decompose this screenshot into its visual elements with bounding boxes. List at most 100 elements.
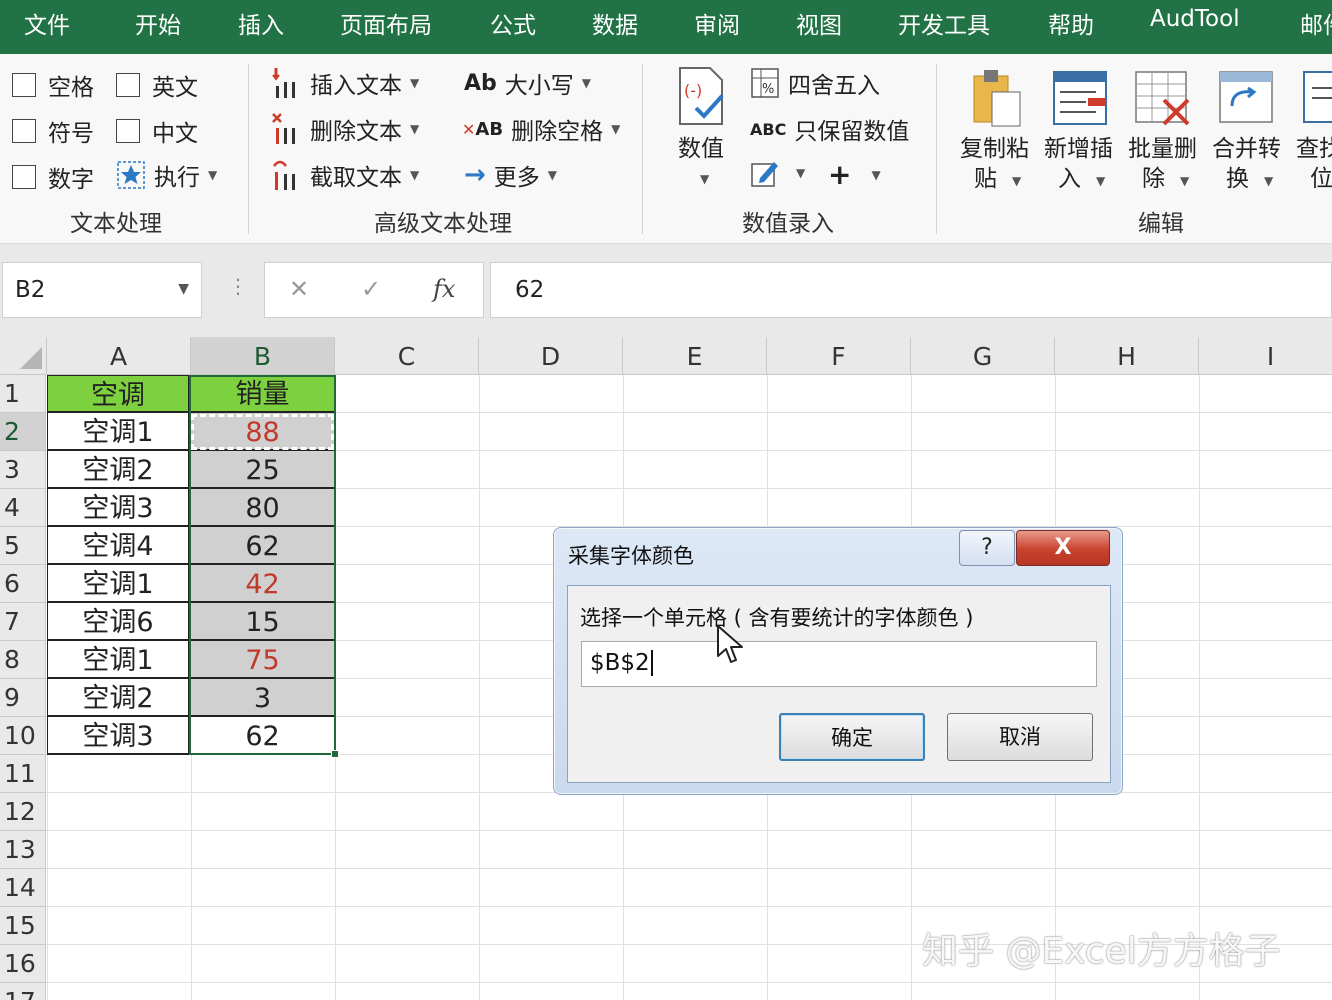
column-header-h[interactable]: H — [1055, 337, 1199, 375]
chevron-down-icon[interactable]: ▼ — [178, 281, 189, 297]
tab-page-layout[interactable]: 页面布局 — [340, 6, 432, 40]
column-header-c[interactable]: C — [335, 337, 479, 375]
cancel-icon[interactable]: ✕ — [289, 275, 309, 303]
checkbox-english[interactable]: 英文 — [116, 68, 198, 102]
tab-mail[interactable]: 邮件 — [1300, 6, 1332, 40]
fill-handle[interactable] — [331, 750, 339, 758]
ok-button[interactable]: 确定 — [779, 713, 925, 761]
column-header-g[interactable]: G — [911, 337, 1055, 375]
cell-reference-input[interactable]: $B$2 — [581, 641, 1097, 687]
cell-b[interactable]: 75 — [191, 641, 334, 679]
row-header[interactable]: 10 — [0, 717, 46, 755]
insert-text-button[interactable]: 插入文本 ▼ — [272, 66, 419, 100]
cell-a[interactable]: 空调1 — [47, 641, 190, 679]
tab-insert[interactable]: 插入 — [238, 6, 284, 40]
row-header[interactable]: 4 — [0, 489, 46, 527]
cell-a[interactable]: 空调2 — [47, 451, 190, 489]
clipboard-icon — [970, 68, 1026, 132]
extract-text-button[interactable]: 截取文本 ▼ — [272, 158, 419, 192]
row-header[interactable]: 16 — [0, 945, 46, 983]
column-header-e[interactable]: E — [623, 337, 767, 375]
row-header[interactable]: 8 — [0, 641, 46, 679]
cell-a[interactable]: 空调3 — [47, 489, 190, 527]
enter-icon[interactable]: ✓ — [361, 275, 381, 303]
tab-view[interactable]: 视图 — [796, 6, 842, 40]
row-header[interactable]: 6 — [0, 565, 46, 603]
column-header-b[interactable]: B — [191, 337, 335, 375]
tab-formulas[interactable]: 公式 — [490, 6, 536, 40]
execute-button[interactable]: 执行 ▼ — [116, 158, 217, 192]
column-header-f[interactable]: F — [767, 337, 911, 375]
cell-a1[interactable]: 空调 — [47, 375, 190, 413]
more-button[interactable]: → 更多 ▼ — [464, 158, 557, 192]
tab-audtool[interactable]: AudTool — [1150, 6, 1240, 32]
cell-b[interactable]: 88 — [191, 413, 334, 451]
tab-review[interactable]: 审阅 — [694, 6, 740, 40]
row-header[interactable]: 1 — [0, 375, 46, 413]
select-all-corner[interactable] — [0, 337, 47, 375]
cell-b[interactable]: 62 — [191, 527, 334, 565]
row-header[interactable]: 3 — [0, 451, 46, 489]
formula-input[interactable]: 62 — [490, 262, 1332, 318]
add-dropdown-button[interactable]: + ▼ — [828, 158, 881, 191]
edit-dropdown-button[interactable]: ▼ — [750, 158, 805, 188]
tab-home[interactable]: 开始 — [135, 6, 181, 40]
tab-developer[interactable]: 开发工具 — [898, 6, 990, 40]
insert-text-icon — [272, 66, 302, 100]
cell-a[interactable]: 空调6 — [47, 603, 190, 641]
checkbox-space[interactable]: 空格 — [12, 68, 94, 102]
round-label: 四舍五入 — [788, 73, 880, 99]
case-button[interactable]: Ab 大小写 ▼ — [464, 66, 591, 100]
name-box[interactable]: B2 ▼ — [2, 262, 202, 318]
cancel-button[interactable]: 取消 — [947, 713, 1093, 761]
cell-a[interactable]: 空调1 — [47, 565, 190, 603]
mouse-pointer-icon — [717, 625, 743, 663]
column-header-d[interactable]: D — [479, 337, 623, 375]
column-header-a[interactable]: A — [47, 337, 191, 375]
cell-b[interactable]: 3 — [191, 679, 334, 717]
cell-a[interactable]: 空调4 — [47, 527, 190, 565]
checkbox-label: 符号 — [48, 121, 94, 147]
cell-b[interactable]: 42 — [191, 565, 334, 603]
column-header-i[interactable]: I — [1199, 337, 1332, 375]
formula-controls: ✕ ✓ fx — [264, 262, 484, 318]
row-header[interactable]: 17 — [0, 983, 46, 1000]
cell-a[interactable]: 空调1 — [47, 413, 190, 451]
row-header[interactable]: 13 — [0, 831, 46, 869]
delete-text-icon — [272, 112, 302, 146]
delete-text-button[interactable]: 删除文本 ▼ — [272, 112, 419, 146]
chevron-down-icon: ▼ — [547, 168, 558, 182]
row-header[interactable]: 11 — [0, 755, 46, 793]
keep-values-button[interactable]: ABC 只保留数值 — [750, 112, 909, 146]
cell-a[interactable]: 空调3 — [47, 717, 190, 755]
resize-handle-icon[interactable]: ⋮ — [228, 274, 248, 298]
row-header[interactable]: 7 — [0, 603, 46, 641]
paste-label-line1: 复制粘 — [960, 136, 1029, 162]
chevron-down-icon: ▼ — [1096, 174, 1106, 188]
tab-data[interactable]: 数据 — [592, 6, 638, 40]
cell-b1[interactable]: 销量 — [191, 375, 334, 413]
checkbox-number[interactable]: 数字 — [12, 160, 94, 194]
row-header[interactable]: 15 — [0, 907, 46, 945]
checkbox-label: 数字 — [48, 167, 94, 193]
checkbox-chinese[interactable]: 中文 — [116, 114, 198, 148]
cell-b[interactable]: 62 — [191, 717, 334, 755]
cell-a[interactable]: 空调2 — [47, 679, 190, 717]
cell-b[interactable]: 80 — [191, 489, 334, 527]
delete-spaces-button[interactable]: ✕ AB 删除空格 ▼ — [462, 112, 620, 146]
close-button[interactable]: X — [1016, 530, 1110, 566]
row-header[interactable]: 12 — [0, 793, 46, 831]
cell-b[interactable]: 25 — [191, 451, 334, 489]
tab-file[interactable]: 文件 — [24, 6, 70, 40]
insert-function-icon[interactable]: fx — [433, 275, 455, 303]
round-button[interactable]: % 四舍五入 — [750, 66, 880, 100]
row-header[interactable]: 14 — [0, 869, 46, 907]
row-header[interactable]: 2 — [0, 413, 46, 451]
cell-b[interactable]: 15 — [191, 603, 334, 641]
help-button[interactable]: ? — [959, 530, 1015, 566]
row-header[interactable]: 5 — [0, 527, 46, 565]
row-header[interactable]: 9 — [0, 679, 46, 717]
checkbox-symbol[interactable]: 符号 — [12, 114, 94, 148]
row-gridline — [46, 982, 1332, 983]
tab-help[interactable]: 帮助 — [1048, 6, 1094, 40]
